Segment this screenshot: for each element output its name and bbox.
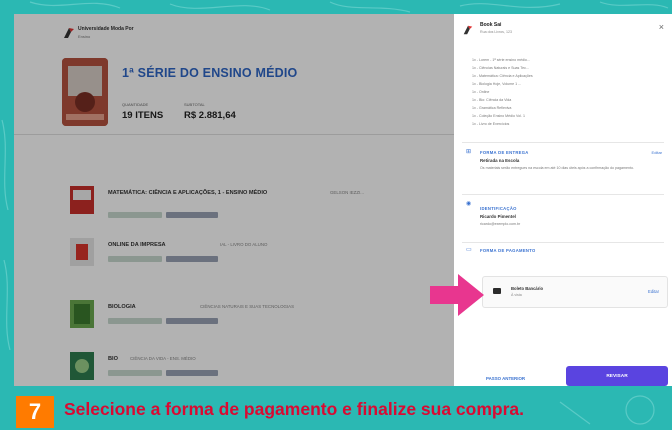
step-badge: 7 — [16, 396, 54, 428]
modal-backdrop[interactable] — [14, 14, 454, 386]
panel-divider — [462, 142, 664, 143]
order-item-line: 1x - Gramática Reflexiva — [472, 106, 512, 110]
instruction-caption: Selecione a forma de pagamento e finaliz… — [64, 399, 525, 419]
review-button[interactable]: REVISAR — [566, 366, 668, 386]
customer-email: ricardo@exemplo.com.br — [480, 222, 521, 226]
order-item-line: 1x - Ciências Naturais e Suas Tec... — [472, 66, 529, 70]
previous-step-button[interactable]: PASSO ANTERIOR — [486, 376, 525, 381]
delivery-description: Os materiais serão entregues na escola e… — [480, 166, 635, 170]
user-icon: ◉ — [466, 201, 472, 207]
payment-method-name: Boleto Bancário — [511, 286, 544, 291]
order-item-line: 1x - Online — [472, 90, 490, 94]
payment-option[interactable]: Boleto Bancário À vista Editar — [482, 276, 668, 308]
payment-edit-link[interactable]: Editar — [648, 289, 659, 294]
credit-card-icon: ▭ — [466, 247, 472, 253]
order-item-line: 1x - Coleção Ensino Médio Vol. 1 — [472, 114, 525, 118]
store-logo-icon — [463, 25, 473, 35]
order-item-line: 1x - Matemática: Ciência e Aplicações — [472, 74, 533, 78]
delivery-option: Retirada na Escola — [480, 158, 520, 163]
store-address: Rua dos Livros, 123 — [480, 30, 512, 34]
close-icon[interactable]: × — [659, 22, 664, 32]
order-item-line: 1x - Lorem - 1ª série ensino médio... — [472, 58, 530, 62]
boleto-icon — [493, 288, 501, 294]
truck-icon: ⊞ — [466, 149, 472, 155]
payment-method-description: À vista — [511, 293, 522, 297]
customer-name: Ricardo Pimentel — [480, 214, 516, 219]
checkout-panel: Book Sai Rua dos Livros, 123 × 1x - Lore… — [454, 14, 672, 386]
order-item-line: 1x - Livro de Exercícios — [472, 122, 510, 126]
order-item-line: 1x - Biologia Hoje, Volume 1 ... — [472, 82, 522, 86]
identity-section-title: IDENTIFICAÇÃO — [480, 206, 517, 211]
delivery-section-title: FORMA DE ENTREGA — [480, 150, 529, 155]
panel-divider — [462, 194, 664, 195]
order-item-line: 1x - Bio: Ciência da Vida — [472, 98, 512, 102]
payment-section-title: FORMA DE PAGAMENTO — [480, 248, 536, 253]
delivery-edit-link[interactable]: Editar — [652, 150, 662, 155]
app-screen: Universidade Moda Por Ensino 1ª SÉRIE DO… — [14, 14, 672, 386]
store-name: Book Sai — [480, 22, 502, 28]
arrow-pointer-icon — [430, 274, 484, 316]
panel-divider — [462, 242, 664, 243]
